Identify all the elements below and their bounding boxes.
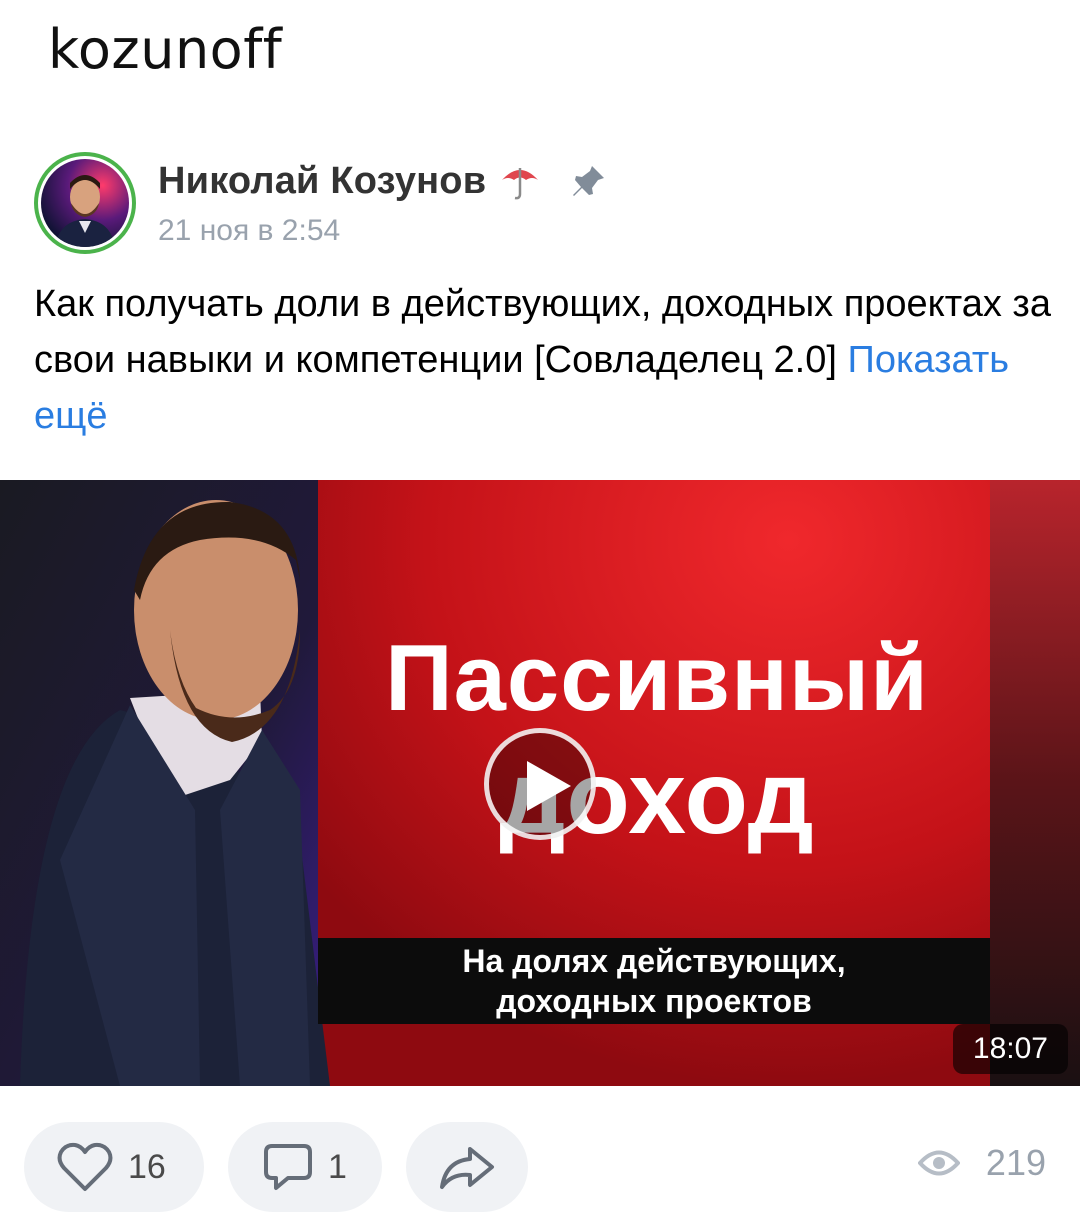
page-header: kozunoff: [48, 14, 282, 84]
post-actions: 16 1 219: [0, 1086, 1080, 1229]
video-duration: 18:07: [952, 1024, 1068, 1074]
video-subtitle-line2: доходных проектов: [496, 983, 812, 1019]
author-name[interactable]: Николай Козунов: [158, 160, 486, 203]
umbrella-icon: [502, 167, 539, 199]
video-preview[interactable]: Пассивный доход На долях действующих, до…: [0, 480, 1080, 1086]
avatar[interactable]: [34, 152, 136, 254]
comment-button[interactable]: 1: [228, 1122, 382, 1212]
comment-count: 1: [328, 1147, 347, 1186]
post-header: Николай Козунов 21 ноя в 2:54: [34, 152, 1044, 262]
like-button[interactable]: 16: [24, 1122, 204, 1212]
page-title: kozunoff: [48, 17, 283, 81]
pin-icon: [573, 165, 605, 196]
video-title-line1: Пассивный: [385, 625, 929, 730]
share-icon: [440, 1147, 494, 1189]
avatar-image: [41, 159, 129, 247]
video-subtitle-line1: На долях действующих,: [462, 943, 846, 979]
post-date: 21 ноя в 2:54: [158, 214, 341, 247]
view-count: 219: [985, 1142, 1046, 1183]
author-line: Николай Козунов: [158, 160, 608, 203]
share-button[interactable]: [406, 1122, 528, 1212]
view-counter: 219: [917, 1142, 1046, 1184]
heart-icon: [57, 1142, 113, 1191]
play-button[interactable]: [484, 728, 596, 840]
post-text: Как получать доли в действующих, доходны…: [34, 276, 1054, 444]
eye-icon: [917, 1150, 960, 1176]
like-count: 16: [128, 1147, 166, 1186]
play-icon: [527, 761, 571, 811]
video-subtitle: На долях действующих, доходных проектов: [318, 938, 990, 1024]
video-title-line2: доход: [499, 740, 815, 856]
comment-icon: [264, 1144, 312, 1190]
